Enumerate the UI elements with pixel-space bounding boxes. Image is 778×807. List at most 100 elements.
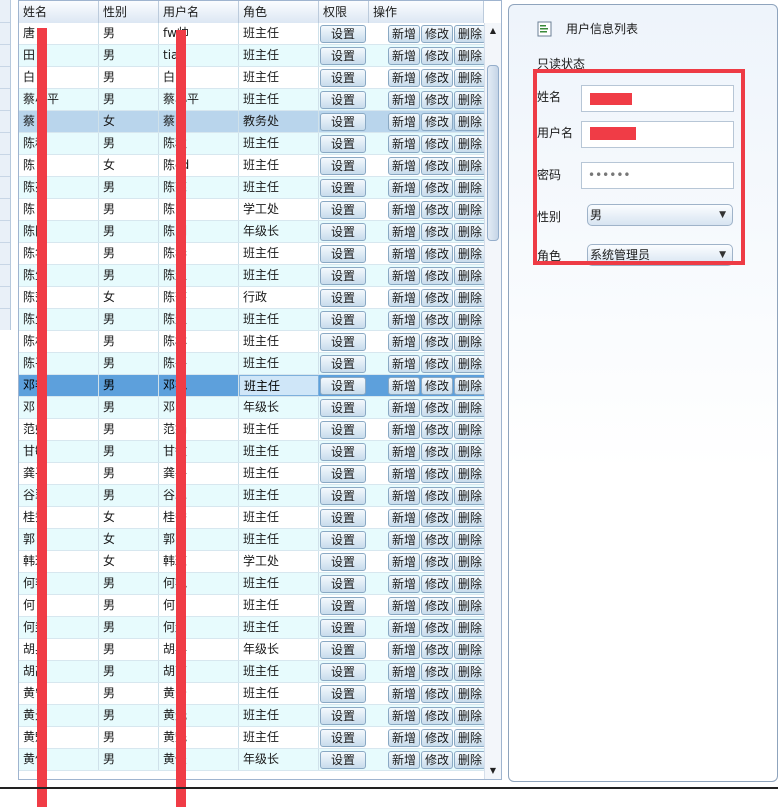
column-header-role[interactable]: 角色 [239, 1, 319, 23]
add-button[interactable]: 新增 [388, 69, 420, 87]
delete-button[interactable]: 删除 [454, 311, 486, 329]
edit-button[interactable]: 修改 [421, 91, 453, 109]
set-permission-button[interactable]: 设置 [320, 465, 366, 483]
edit-button[interactable]: 修改 [421, 25, 453, 43]
edit-button[interactable]: 修改 [421, 69, 453, 87]
add-button[interactable]: 新增 [388, 641, 420, 659]
edit-button[interactable]: 修改 [421, 641, 453, 659]
table-row[interactable]: 黄魁男黄魁 班主任 设置 新增 修改 删除 [19, 727, 486, 749]
edit-button[interactable]: 修改 [421, 223, 453, 241]
add-button[interactable]: 新增 [388, 443, 420, 461]
delete-button[interactable]: 删除 [454, 91, 486, 109]
add-button[interactable]: 新增 [388, 531, 420, 549]
edit-button[interactable]: 修改 [421, 597, 453, 615]
edit-button[interactable]: 修改 [421, 355, 453, 373]
table-row[interactable]: 陈平男陈平 班主任 设置 新增 修改 删除 [19, 353, 486, 375]
add-button[interactable]: 新增 [388, 377, 420, 395]
edit-button[interactable]: 修改 [421, 245, 453, 263]
delete-button[interactable]: 删除 [454, 399, 486, 417]
add-button[interactable]: 新增 [388, 487, 420, 505]
edit-button[interactable]: 修改 [421, 619, 453, 637]
set-permission-button[interactable]: 设置 [320, 443, 366, 461]
edit-button[interactable]: 修改 [421, 399, 453, 417]
edit-button[interactable]: 修改 [421, 289, 453, 307]
delete-button[interactable]: 删除 [454, 465, 486, 483]
add-button[interactable]: 新增 [388, 553, 420, 571]
table-row[interactable]: 邓男邓年级长 设置 新增 修改 删除 [19, 397, 486, 419]
table-row[interactable]: 何艳男何艳 班主任 设置 新增 修改 删除 [19, 573, 486, 595]
add-button[interactable]: 新增 [388, 399, 420, 417]
delete-button[interactable]: 删除 [454, 421, 486, 439]
set-permission-button[interactable]: 设置 [320, 421, 366, 439]
delete-button[interactable]: 删除 [454, 663, 486, 681]
add-button[interactable]: 新增 [388, 575, 420, 593]
edit-button[interactable]: 修改 [421, 311, 453, 329]
delete-button[interactable]: 删除 [454, 179, 486, 197]
set-permission-button[interactable]: 设置 [320, 25, 366, 43]
add-button[interactable]: 新增 [388, 311, 420, 329]
delete-button[interactable]: 删除 [454, 509, 486, 527]
delete-button[interactable]: 删除 [454, 135, 486, 153]
add-button[interactable]: 新增 [388, 25, 420, 43]
table-row[interactable]: 何刲男何刲 班主任 设置 新增 修改 删除 [19, 617, 486, 639]
set-permission-button[interactable]: 设置 [320, 707, 366, 725]
table-row[interactable]: 田男 tia 班主任 设置 新增 修改 删除 [19, 45, 486, 67]
add-button[interactable]: 新增 [388, 465, 420, 483]
delete-button[interactable]: 删除 [454, 25, 486, 43]
table-row[interactable]: 何男何1 班主任 设置 新增 修改 删除 [19, 595, 486, 617]
table-row[interactable]: 陈华男陈华 班主任 设置 新增 修改 删除 [19, 243, 486, 265]
delete-button[interactable]: 删除 [454, 201, 486, 219]
add-button[interactable]: 新增 [388, 509, 420, 527]
scroll-down-icon[interactable]: ▼ [485, 763, 501, 779]
table-row[interactable]: 陈生男陈生 班主任 设置 新增 修改 删除 [19, 265, 486, 287]
set-permission-button[interactable]: 设置 [320, 641, 366, 659]
set-permission-button[interactable]: 设置 [320, 751, 366, 769]
set-permission-button[interactable]: 设置 [320, 575, 366, 593]
add-button[interactable]: 新增 [388, 135, 420, 153]
set-permission-button[interactable]: 设置 [320, 311, 366, 329]
table-row[interactable]: 郭女郭班主任 设置 新增 修改 删除 [19, 529, 486, 551]
set-permission-button[interactable]: 设置 [320, 267, 366, 285]
set-permission-button[interactable]: 设置 [320, 135, 366, 153]
set-permission-button[interactable]: 设置 [320, 663, 366, 681]
scroll-up-icon[interactable]: ▲ [485, 23, 501, 39]
set-permission-button[interactable]: 设置 [320, 201, 366, 219]
delete-button[interactable]: 删除 [454, 69, 486, 87]
delete-button[interactable]: 删除 [454, 575, 486, 593]
column-header-permission[interactable]: 权限 [319, 1, 369, 23]
table-row[interactable]: 陈亮男陈亮 班主任 设置 新增 修改 删除 [19, 177, 486, 199]
edit-button[interactable]: 修改 [421, 531, 453, 549]
add-button[interactable]: 新增 [388, 333, 420, 351]
delete-button[interactable]: 删除 [454, 47, 486, 65]
set-permission-button[interactable]: 设置 [320, 355, 366, 373]
vertical-scrollbar[interactable]: ▲ ▼ [484, 23, 501, 779]
set-permission-button[interactable]: 设置 [320, 113, 366, 131]
delete-button[interactable]: 删除 [454, 531, 486, 549]
add-button[interactable]: 新增 [388, 113, 420, 131]
table-row[interactable]: 唐男fw帅班主任设置 新增修改删除 [19, 23, 486, 45]
set-permission-button[interactable]: 设置 [320, 91, 366, 109]
edit-button[interactable]: 修改 [421, 553, 453, 571]
set-permission-button[interactable]: 设置 [320, 157, 366, 175]
add-button[interactable]: 新增 [388, 707, 420, 725]
column-header-gender[interactable]: 性别 [99, 1, 159, 23]
table-row[interactable]: 龚平男龚平 班主任 设置 新增 修改 删除 [19, 463, 486, 485]
table-row[interactable]: 陈女陈cd班主任设置 新增修改删除 [19, 155, 486, 177]
table-row[interactable]: 胡兵男胡兵 年级长 设置 新增 修改 删除 [19, 639, 486, 661]
set-permission-button[interactable]: 设置 [320, 729, 366, 747]
table-row[interactable]: 甘敏男甘敏 班主任 设置 新增 修改 删除 [19, 441, 486, 463]
set-permission-button[interactable]: 设置 [320, 245, 366, 263]
table-row[interactable]: 黄俊男黄俊 年级长 设置 新增 修改 删除 [19, 749, 486, 771]
table-row[interactable]: 邓艳男邓艳 班主任 设置 新增 修改 删除 [19, 375, 486, 397]
delete-button[interactable]: 删除 [454, 487, 486, 505]
edit-button[interactable]: 修改 [421, 751, 453, 769]
add-button[interactable]: 新增 [388, 179, 420, 197]
add-button[interactable]: 新增 [388, 751, 420, 769]
add-button[interactable]: 新增 [388, 201, 420, 219]
edit-button[interactable]: 修改 [421, 113, 453, 131]
table-row[interactable]: 桂秀女桂秀 班主任 设置 新增 修改 删除 [19, 507, 486, 529]
delete-button[interactable]: 删除 [454, 157, 486, 175]
edit-button[interactable]: 修改 [421, 685, 453, 703]
set-permission-button[interactable]: 设置 [320, 289, 366, 307]
set-permission-button[interactable]: 设置 [320, 685, 366, 703]
